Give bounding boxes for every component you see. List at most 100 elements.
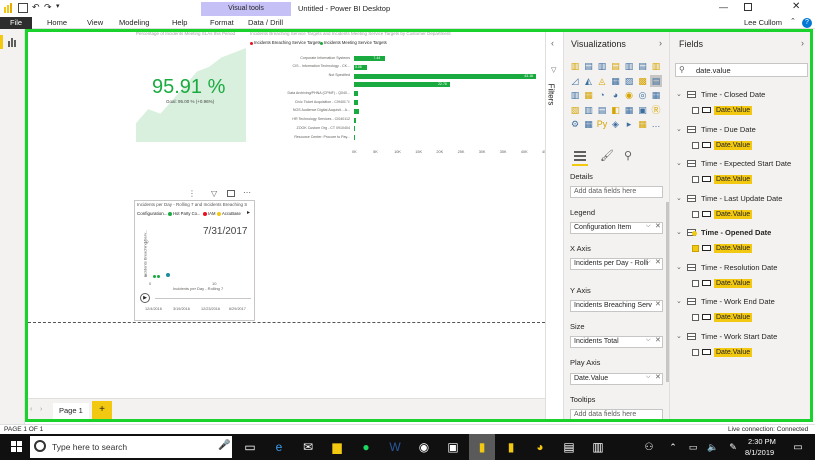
viz-clustered-column-icon[interactable]: ▤ [610,60,622,72]
field-checkbox[interactable] [692,176,699,183]
expand-table-icon[interactable]: ⌄ [676,297,682,305]
well-dropdown-icon[interactable]: ⌵ [646,337,651,344]
tab-file[interactable]: File [0,17,32,29]
fields-search-box[interactable]: ⚲ date.value [675,63,808,77]
play-button[interactable]: ▶ [140,293,150,303]
restore-button[interactable] [744,3,752,11]
clock-date[interactable]: 8/1/2019 [745,448,774,457]
bar-meeting[interactable] [354,100,358,105]
file-explorer-icon[interactable]: ▆ [324,434,350,460]
field-date-value[interactable]: Date.Value [714,244,753,253]
viz-gauge-icon[interactable]: ▦ [650,89,662,101]
close-button[interactable]: ✕ [792,1,800,12]
legend-next-icon[interactable]: ▸ [247,209,250,216]
page-tab-1[interactable]: Page 1 [53,403,89,419]
viz-card-icon[interactable]: ▧ [569,104,581,116]
viz-line-column-icon[interactable]: ◬ [596,75,608,87]
field-checkbox[interactable] [692,314,699,321]
well-dropdown-icon[interactable]: ⌵ [646,374,651,381]
expand-table-icon[interactable]: ⌄ [676,194,682,202]
focus-mode-icon[interactable]: ⋮ [188,189,196,198]
viz-r-visual-icon[interactable]: Ⓡ [650,104,662,116]
well-remove-icon[interactable]: ✕ [655,373,661,381]
field-table-name[interactable]: Time - Last Update Date [701,194,782,203]
browser-icon[interactable]: ◉ [411,434,437,460]
quick-access-dropdown-icon[interactable]: ▾ [56,2,60,10]
viz-globe-icon[interactable]: ⚙ [569,118,581,130]
redo-icon[interactable]: ↷ [44,2,52,13]
viz-more-icon[interactable]: … [650,118,662,130]
app-icon-3[interactable]: ▥ [585,434,611,460]
user-name[interactable]: Lee Cullom [744,17,782,29]
ribbon-collapse-icon[interactable]: ⌃ [790,17,796,25]
filters-label[interactable]: Filters [546,84,555,106]
field-date-value[interactable]: Date.Value [714,278,753,288]
viz-decomposition-icon[interactable]: ▸ [623,118,635,130]
viz-stacked-bar-icon[interactable]: ▥ [569,60,581,72]
viz-treemap-icon[interactable]: ◔ [596,89,608,101]
viz-stacked-area-icon[interactable]: ◭ [583,75,595,87]
well-remove-icon[interactable]: ✕ [655,258,661,266]
chrome-icon[interactable]: ◕ [527,434,553,460]
pen-icon[interactable]: ✎ [720,434,746,460]
viz-pane-collapse-icon[interactable]: › [659,38,662,48]
add-page-button[interactable]: + [92,401,112,419]
field-table-name[interactable]: Time - Due Date [701,125,756,134]
format-paint-icon[interactable]: 🖌 [600,149,614,162]
app-icon-2[interactable]: ▤ [556,434,582,460]
undo-icon[interactable]: ↶ [32,2,40,13]
field-date-value[interactable]: Date.Value [714,106,753,115]
field-checkbox[interactable] [692,279,699,287]
people-icon[interactable]: ⚇ [636,434,662,460]
play-axis-track[interactable] [155,298,251,299]
edge-icon[interactable]: e [266,434,292,460]
page-next-icon[interactable]: › [40,406,42,413]
viz-100-column-icon[interactable]: ▤ [637,60,649,72]
field-table-name[interactable]: Time - Resolution Date [701,263,777,272]
viz-multi-row-card-icon[interactable]: ▥ [583,104,595,116]
clock-time[interactable]: 2:30 PM [748,437,776,446]
word-icon[interactable]: W [382,434,408,460]
fields-well-tab[interactable] [574,150,586,162]
viz-waterfall-icon[interactable]: ▩ [637,75,649,87]
details-well[interactable]: Add data fields here [570,186,663,198]
viz-filled-map-icon[interactable]: ◉ [623,89,635,101]
field-checkbox[interactable] [692,348,699,356]
viz-stacked-column-icon[interactable]: ▤ [583,60,595,72]
field-checkbox[interactable] [692,245,699,252]
collapse-viz-icon[interactable]: ‹ [551,38,554,48]
windows-start-icon[interactable] [4,434,30,460]
task-view-icon[interactable]: ▭ [237,434,263,460]
field-table-name[interactable]: Time - Opened Date [701,228,771,237]
tab-format[interactable]: Format [210,17,234,29]
tab-modeling[interactable]: Modeling [119,17,149,29]
field-date-value[interactable]: Date.Value [714,347,753,357]
help-icon[interactable]: ? [802,18,812,28]
app-icon[interactable]: ▣ [440,434,466,460]
tab-data-drill[interactable]: Data / Drill [248,17,283,29]
bar-meeting[interactable] [354,108,360,114]
filters-pane-collapsed[interactable]: ‹ ▽ Filters [545,32,563,422]
viz-line-clustered-icon[interactable]: ▦ [610,75,622,87]
analytics-icon[interactable]: ⚲ [624,149,632,162]
spotify-icon[interactable]: ● [353,434,379,460]
expand-table-icon[interactable]: ⌄ [676,90,682,98]
report-canvas[interactable]: Percentage of Incidents Meeting SLAs thi… [28,31,549,322]
report-view-icon[interactable] [0,35,3,49]
viz-ribbon-icon[interactable]: ▨ [623,75,635,87]
viz-kpi-icon[interactable]: ▤ [596,104,608,116]
well-dropdown-icon[interactable]: ⌵ [646,259,651,266]
bar-meeting[interactable] [354,135,356,141]
bar-meeting[interactable] [354,117,357,123]
expand-table-icon[interactable]: ⌄ [676,263,682,271]
search-input[interactable]: date.value [696,66,731,75]
viz-matrix-icon[interactable]: ▣ [637,104,649,116]
tab-help[interactable]: Help [172,17,187,29]
field-table-name[interactable]: Time - Closed Date [701,90,765,99]
expand-table-icon[interactable]: ⌄ [676,228,682,236]
well-remove-icon[interactable]: ✕ [655,300,661,308]
expand-table-icon[interactable]: ⌄ [676,332,682,340]
save-icon[interactable] [18,3,28,13]
report-view-bars-icon[interactable] [8,37,18,47]
filter-icon[interactable]: ▽ [211,189,217,198]
